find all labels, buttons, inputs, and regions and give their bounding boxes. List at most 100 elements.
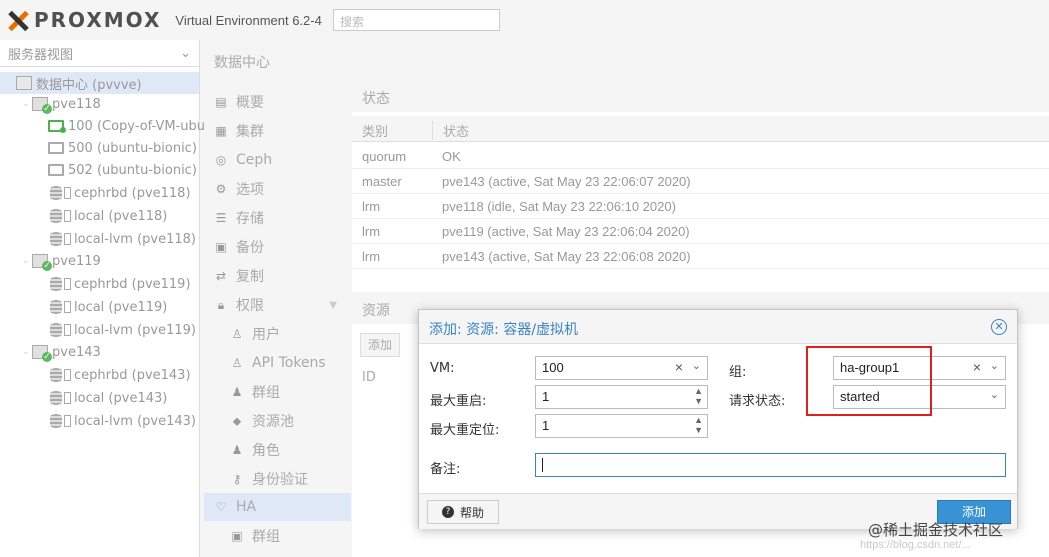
max-restart-label: 最大重启:: [430, 394, 487, 409]
nav-item-storage[interactable]: ☰ 存储: [204, 204, 351, 232]
tree-item-storage[interactable]: local (pve118): [50, 205, 167, 227]
page-title: 数据中心: [204, 42, 1049, 76]
tree-item-vm[interactable]: 500 (ubuntu-bionic): [48, 137, 197, 159]
collapse-icon[interactable]: ⌄: [22, 347, 32, 357]
request-state-label: 请求状态:: [729, 394, 786, 409]
tag-icon: ⬥: [232, 413, 242, 428]
storage-icon: [50, 414, 62, 428]
storage-icon: ☰: [215, 211, 227, 225]
nav-item-replication[interactable]: ⇄ 复制: [204, 262, 351, 290]
status-panel-title: 状态: [352, 80, 1049, 112]
help-button[interactable]: ? 帮助: [427, 500, 499, 524]
nav-item-groups[interactable]: ♟ 群组: [204, 378, 351, 406]
vm-select[interactable]: 100 × ⌄: [535, 356, 708, 380]
lock-icon: 🔒︎: [217, 297, 225, 312]
tree-item-node[interactable]: ⌄ pve118: [22, 93, 101, 115]
nav-item-roles[interactable]: ♟ 角色: [204, 436, 351, 464]
heartbeat-icon: ♡: [215, 500, 227, 514]
tree-item-storage[interactable]: local (pve143): [50, 387, 167, 409]
nav-item-ceph[interactable]: ◎ Ceph: [204, 146, 351, 174]
token-icon: ♙: [231, 356, 243, 370]
max-restart-stepper[interactable]: 1 ▲ ▼: [535, 385, 708, 409]
chevron-down-icon[interactable]: ⌄: [990, 388, 999, 401]
nav-item-backup[interactable]: ▣ 备份: [204, 233, 351, 261]
key-icon: ⚷: [232, 472, 242, 486]
storage-icon: [50, 323, 62, 337]
nav-item-summary[interactable]: ▤ 概要: [204, 88, 351, 116]
storage-icon: [50, 391, 62, 405]
nav-item-cluster[interactable]: ▦ 集群: [204, 117, 351, 145]
column-header[interactable]: ID: [362, 370, 376, 385]
collapse-icon[interactable]: ⌄: [22, 99, 32, 109]
storage-icon: [50, 368, 62, 382]
spinner-icon[interactable]: ▲ ▼: [694, 415, 703, 435]
dialog-header: 添加: 资源: 容器/虚拟机 ✕: [419, 310, 1017, 344]
nav-item-ha[interactable]: ♡ HA: [204, 493, 351, 521]
chevron-down-icon: ▼: [329, 299, 337, 311]
nav-item-ha-groups[interactable]: ▣ 群组: [204, 522, 351, 550]
node-icon: [32, 345, 52, 362]
nav-item-options[interactable]: ⚙ 选项: [204, 175, 351, 203]
tree-item-node[interactable]: ⌄ pve119: [22, 250, 101, 272]
chevron-down-icon: ⌄: [180, 45, 191, 61]
table-row[interactable]: lrm pve143 (active, Sat May 23 22:06:08 …: [352, 244, 1049, 269]
tree-item-storage[interactable]: local-lvm (pve118): [50, 228, 196, 250]
datacenter-nav: ▤ 概要 ▦ 集群 ◎ Ceph ⚙ 选项 ☰ 存储 ▣ 备份 ⇄ 复制 🔒︎ 权限 ▼ ♙ 用户 …: [204, 80, 351, 557]
group-label: 组:: [729, 365, 747, 380]
status-grid-header: 类别 状态: [352, 116, 1049, 142]
search-input[interactable]: 搜索: [333, 9, 500, 31]
tree-item-storage[interactable]: local (pve119): [50, 296, 167, 318]
storage-icon: [50, 300, 62, 314]
text-cursor: [542, 458, 543, 472]
tree-item-node[interactable]: ⌄ pve143: [22, 341, 101, 363]
logo-x-icon: [4, 9, 32, 32]
proxmox-logo: PROXMOX: [4, 8, 161, 32]
tree-item-storage[interactable]: local-lvm (pve143): [50, 410, 196, 432]
clear-icon[interactable]: ×: [973, 359, 981, 375]
comment-field[interactable]: [535, 453, 1006, 477]
watermark: @稀土掘金技术社区: [868, 521, 1004, 539]
close-icon[interactable]: ✕: [991, 319, 1007, 335]
nav-item-pools[interactable]: ⬥ 资源池: [204, 407, 351, 435]
table-row[interactable]: lrm pve118 (idle, Sat May 23 22:06:10 20…: [352, 194, 1049, 219]
column-header[interactable]: 类别: [362, 121, 388, 140]
version-label: Virtual Environment 6.2-4: [175, 12, 322, 28]
summary-icon: ▤: [215, 95, 227, 109]
tree-item-storage[interactable]: cephrbd (pve119): [50, 273, 191, 295]
resource-tree-panel: 服务器视图 ⌄ 数据中心 (pvvve) ⌄ pve118 100 (Copy-…: [0, 40, 205, 557]
view-selector[interactable]: 服务器视图 ⌄: [0, 40, 199, 67]
add-resource-button[interactable]: 添加: [360, 333, 400, 357]
comment-label: 备注:: [430, 462, 461, 477]
node-icon: [32, 97, 52, 114]
nav-item-users[interactable]: ♙ 用户: [204, 320, 351, 348]
table-row[interactable]: quorum OK: [352, 144, 1049, 169]
column-header[interactable]: 状态: [432, 121, 469, 140]
options-icon: ⚙: [215, 182, 227, 196]
tree-item-storage[interactable]: cephrbd (pve143): [50, 364, 191, 386]
nav-item-authentication[interactable]: ⚷ 身份验证: [204, 465, 351, 493]
nav-item-permissions[interactable]: 🔒︎ 权限 ▼: [204, 291, 351, 319]
max-relocate-stepper[interactable]: 1 ▲ ▼: [535, 414, 708, 438]
cluster-icon: ▦: [215, 124, 227, 138]
node-icon: [32, 254, 52, 271]
user-icon: ♙: [231, 327, 243, 341]
question-icon: ?: [441, 506, 454, 518]
tree-item-vm[interactable]: 100 (Copy-of-VM-ubu: [48, 115, 205, 137]
chevron-down-icon[interactable]: ⌄: [692, 359, 701, 372]
table-row[interactable]: master pve143 (active, Sat May 23 22:06:…: [352, 169, 1049, 194]
storage-icon: [50, 209, 62, 223]
logo-text: PROXMOX: [34, 8, 162, 32]
replication-icon: ⇄: [215, 269, 227, 283]
clear-icon[interactable]: ×: [675, 359, 683, 375]
tree-item-vm[interactable]: 502 (ubuntu-bionic): [48, 159, 197, 181]
tree-item-storage[interactable]: local-lvm (pve119): [50, 319, 196, 341]
collapse-icon[interactable]: ⌄: [22, 256, 32, 266]
storage-icon: [50, 186, 62, 200]
table-row[interactable]: lrm pve119 (active, Sat May 23 22:06:04 …: [352, 219, 1049, 244]
tree-item-storage[interactable]: cephrbd (pve118): [50, 182, 191, 204]
chevron-down-icon[interactable]: ⌄: [990, 359, 999, 372]
spinner-icon[interactable]: ▲ ▼: [694, 386, 703, 406]
group-icon: ♟: [231, 385, 243, 399]
tree-item-datacenter[interactable]: 数据中心 (pvvve): [0, 72, 199, 94]
nav-item-api-tokens[interactable]: ♙ API Tokens: [204, 349, 351, 377]
